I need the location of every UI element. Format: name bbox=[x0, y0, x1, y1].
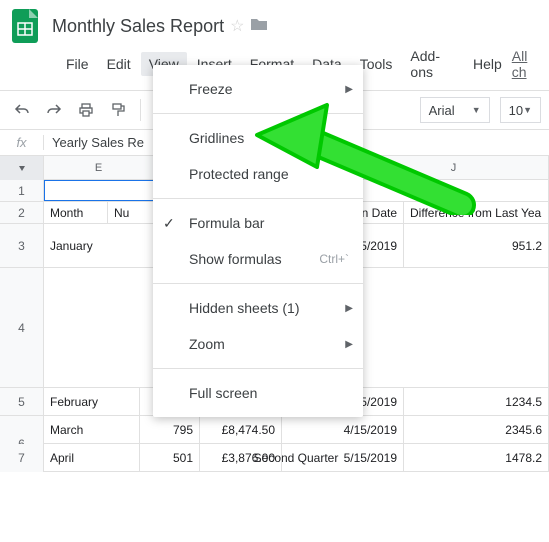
row-header[interactable]: 7 bbox=[0, 444, 44, 471]
table-row: 7 April 501 £3,876.00 5/15/2019 1478.2 bbox=[0, 444, 549, 472]
last-changes-link[interactable]: All ch bbox=[512, 48, 541, 80]
menu-separator bbox=[153, 368, 363, 369]
col-header-j[interactable]: J bbox=[359, 156, 549, 179]
selected-cell[interactable] bbox=[44, 180, 154, 201]
menu-item-zoom[interactable]: Zoom ▶ bbox=[153, 326, 363, 362]
menu-item-protected-ranges[interactable]: Protected range bbox=[153, 156, 363, 192]
toolbar-separator bbox=[140, 99, 141, 121]
sheets-logo-icon bbox=[12, 8, 40, 44]
redo-button[interactable] bbox=[40, 96, 68, 124]
menu-addons[interactable]: Add-ons bbox=[402, 44, 463, 84]
row-header[interactable]: 2 bbox=[0, 202, 44, 223]
row-header[interactable]: 3 bbox=[0, 224, 44, 267]
cell-num[interactable]: 501 bbox=[140, 444, 200, 471]
cell-month[interactable]: January bbox=[44, 224, 154, 267]
menu-item-label: Show formulas bbox=[189, 251, 282, 267]
menu-item-label: Zoom bbox=[189, 336, 225, 352]
menu-separator bbox=[153, 113, 363, 114]
menu-item-label: Gridlines bbox=[189, 130, 244, 146]
cell-num[interactable]: 795 bbox=[140, 416, 200, 443]
row-header[interactable]: 4 bbox=[0, 268, 44, 387]
shortcut-label: Ctrl+` bbox=[319, 252, 349, 266]
menu-item-label: Formula bar bbox=[189, 215, 264, 231]
font-size-select[interactable]: 10 ▼ bbox=[500, 97, 541, 123]
cell-diff-header[interactable]: Difference from Last Yea bbox=[404, 202, 549, 223]
submenu-arrow-icon: ▶ bbox=[345, 84, 353, 95]
menu-file[interactable]: File bbox=[58, 52, 97, 76]
cell-date[interactable]: 5/15/2019 bbox=[282, 444, 404, 471]
cell-month-header[interactable]: Month bbox=[44, 202, 108, 223]
menu-item-show-formulas[interactable]: Show formulas Ctrl+` bbox=[153, 241, 363, 277]
menu-separator bbox=[153, 198, 363, 199]
fx-label: fx bbox=[0, 135, 44, 150]
menu-item-hidden-sheets[interactable]: Hidden sheets (1) ▶ bbox=[153, 290, 363, 326]
menu-item-label: Hidden sheets (1) bbox=[189, 300, 300, 316]
cell-month[interactable]: February bbox=[44, 388, 140, 415]
menu-item-label: Full screen bbox=[189, 385, 257, 401]
cell-cost[interactable]: £8,474.50 bbox=[200, 416, 282, 443]
cell-cost[interactable]: £3,876.00 bbox=[200, 444, 282, 471]
menu-item-label: Freeze bbox=[189, 81, 233, 97]
cell-month[interactable]: March bbox=[44, 416, 140, 443]
row-header[interactable]: 5 bbox=[0, 388, 44, 415]
print-button[interactable] bbox=[72, 96, 100, 124]
menu-item-full-screen[interactable]: Full screen bbox=[153, 375, 363, 411]
menu-edit[interactable]: Edit bbox=[99, 52, 139, 76]
check-icon: ✓ bbox=[163, 215, 175, 232]
menu-item-freeze[interactable]: Freeze ▶ bbox=[153, 71, 363, 107]
table-row: 6 March 795 £8,474.50 4/15/2019 2345.6 S… bbox=[0, 416, 549, 444]
menu-separator bbox=[153, 283, 363, 284]
cell-month[interactable]: April bbox=[44, 444, 140, 471]
menu-item-formula-bar[interactable]: ✓ Formula bar bbox=[153, 205, 363, 241]
view-dropdown: Freeze ▶ Gridlines Protected range ✓ For… bbox=[153, 65, 363, 417]
menu-item-gridlines[interactable]: Gridlines bbox=[153, 120, 363, 156]
star-icon[interactable]: ☆ bbox=[230, 16, 244, 36]
font-name: Arial bbox=[429, 103, 455, 118]
row-header[interactable]: 1 bbox=[0, 180, 44, 201]
menu-item-label: Protected range bbox=[189, 166, 289, 182]
cell-diff[interactable]: 951.2 bbox=[404, 224, 549, 267]
folder-icon[interactable] bbox=[250, 17, 268, 36]
col-header-e[interactable]: E bbox=[44, 156, 154, 179]
chevron-down-icon: ▼ bbox=[523, 105, 532, 115]
paint-format-button[interactable] bbox=[104, 96, 132, 124]
cell-diff[interactable]: 2345.6 bbox=[404, 416, 549, 443]
font-select[interactable]: Arial ▼ bbox=[420, 97, 490, 123]
select-all-corner[interactable] bbox=[0, 156, 44, 180]
fx-value[interactable]: Yearly Sales Re bbox=[44, 135, 152, 150]
menu-help[interactable]: Help bbox=[465, 52, 510, 76]
chevron-down-icon: ▼ bbox=[472, 105, 481, 115]
submenu-arrow-icon: ▶ bbox=[345, 303, 353, 314]
submenu-arrow-icon: ▶ bbox=[345, 339, 353, 350]
cell-num-header[interactable]: Nu bbox=[108, 202, 154, 223]
document-title[interactable]: Monthly Sales Report bbox=[52, 16, 224, 37]
titlebar: Monthly Sales Report ☆ bbox=[0, 0, 549, 44]
cell-date[interactable]: 4/15/2019 bbox=[282, 416, 404, 443]
cell-diff[interactable]: 1478.2 bbox=[404, 444, 549, 471]
undo-button[interactable] bbox=[8, 96, 36, 124]
font-size: 10 bbox=[509, 103, 523, 118]
cell-diff[interactable]: 1234.5 bbox=[404, 388, 549, 415]
